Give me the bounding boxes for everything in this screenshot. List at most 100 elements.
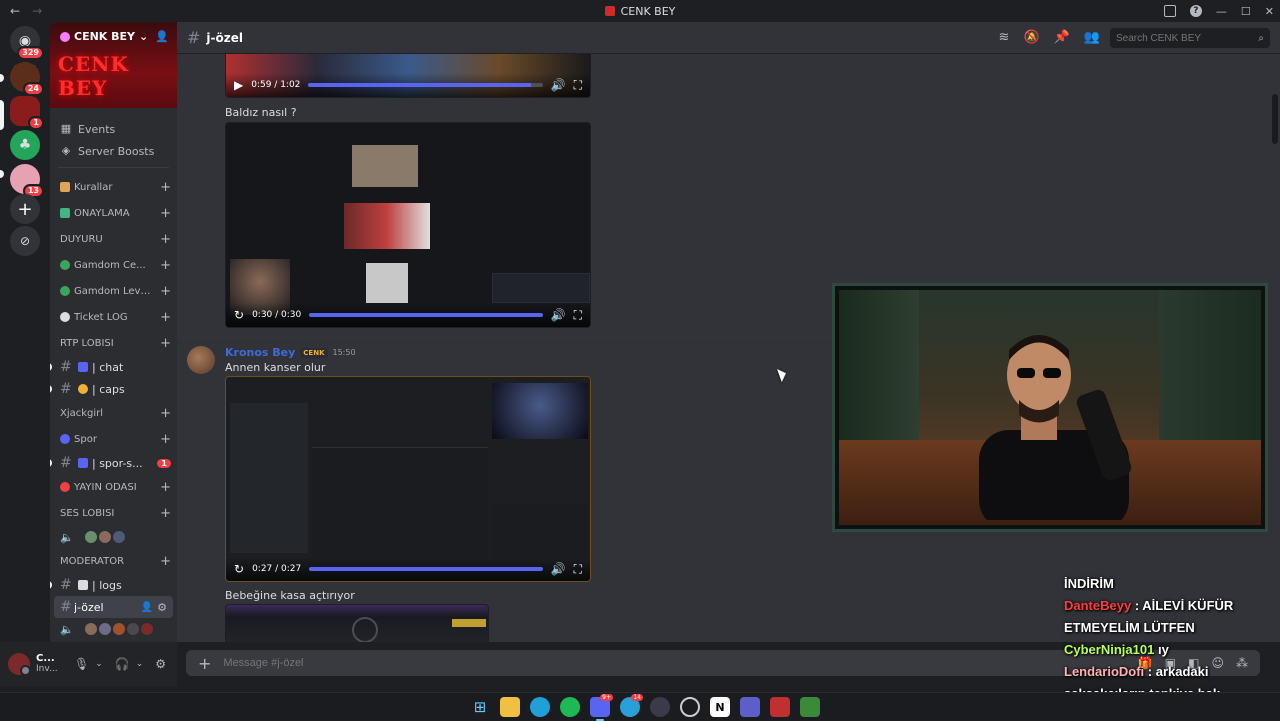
category-ticket-log[interactable]: Ticket LOG + (50, 304, 177, 330)
search-box[interactable]: ⌕ (1110, 28, 1270, 48)
server-icon-2[interactable]: 24 (10, 62, 44, 96)
channel-chat[interactable]: # | chat (50, 356, 177, 378)
message-timestamp: 15:50 (332, 348, 356, 357)
headphones-icon[interactable]: 🎧 (115, 657, 130, 671)
play-icon[interactable]: ▶ (234, 78, 243, 92)
video-player[interactable]: ↻ 0:27 / 0:27 🔊 ⛶ (225, 376, 591, 582)
add-channel-icon[interactable]: + (160, 406, 171, 421)
scrollbar-thumb[interactable] (1272, 94, 1278, 144)
add-channel-icon[interactable]: + (160, 232, 171, 247)
voice-participants[interactable]: 🔈 (50, 526, 177, 548)
category-kurallar[interactable]: Kurallar + (50, 174, 177, 200)
add-channel-icon[interactable]: + (160, 336, 171, 351)
replay-icon[interactable]: ↻ (234, 308, 244, 322)
server-boosts-link[interactable]: ◈ Server Boosts (50, 140, 177, 162)
add-channel-icon[interactable]: + (160, 284, 171, 299)
category-onaylama[interactable]: ONAYLAMA + (50, 200, 177, 226)
edge-browser-icon[interactable] (530, 697, 550, 717)
voice-participants[interactable]: 🔈 (50, 618, 177, 640)
server-name[interactable]: CENK BEY ⌄ (60, 30, 148, 43)
server-icon-cenk-bey[interactable]: 1 (10, 96, 44, 130)
category-rtp-lobisi[interactable]: RTP LOBİSİ + (50, 330, 177, 356)
server-icon-green[interactable]: ♣ (10, 130, 40, 160)
teams-icon[interactable] (740, 697, 760, 717)
obs-icon[interactable] (680, 697, 700, 717)
add-channel-icon[interactable]: + (160, 310, 171, 325)
windows-start-icon[interactable]: ⊞ (470, 697, 490, 717)
discover-icon[interactable]: ⊘ (10, 226, 40, 256)
spotify-icon[interactable] (560, 697, 580, 717)
maximize-button[interactable]: ☐ (1241, 5, 1251, 18)
add-channel-icon[interactable]: + (160, 554, 171, 569)
pin-icon[interactable]: 📌 (1054, 30, 1070, 45)
video-progress-bar[interactable] (309, 313, 543, 317)
minimize-button[interactable]: — (1216, 5, 1227, 18)
member-list-icon[interactable]: 👥 (1084, 30, 1100, 45)
minecraft-icon[interactable] (800, 697, 820, 717)
channel-caps[interactable]: # | caps (50, 378, 177, 400)
message-input[interactable] (223, 657, 1126, 669)
invite-icon[interactable]: 👤 (141, 602, 153, 613)
video-progress-bar[interactable] (309, 567, 543, 571)
inbox-icon[interactable] (1163, 5, 1176, 17)
fullscreen-icon[interactable]: ⛶ (574, 78, 582, 93)
category-gamdom-ce[interactable]: Gamdom Ce... + (50, 252, 177, 278)
chevron-down-icon[interactable]: ⌄ (136, 659, 144, 669)
add-channel-icon[interactable]: + (160, 258, 171, 273)
video-player[interactable]: ↻ 0:30 / 0:30 🔊 ⛶ (225, 122, 591, 328)
volume-icon[interactable]: 🔊 (551, 562, 566, 576)
server-rail: ◉ 329 24 1 ♣ 13 + ⊘ (0, 22, 50, 642)
volume-icon[interactable]: 🔊 (551, 308, 566, 322)
guild-tag[interactable]: CENK (300, 347, 328, 358)
user-info[interactable]: C... Inv... (36, 653, 62, 675)
channel-j-ozel[interactable]: # j-özel 👤 ⚙ (54, 596, 173, 618)
video-player[interactable] (225, 604, 489, 642)
category-moderator[interactable]: MODERATÖR + (50, 548, 177, 574)
app-icon[interactable] (650, 697, 670, 717)
server-icon-chibi[interactable]: 13 (10, 164, 44, 198)
avatar[interactable] (187, 346, 215, 374)
video-player[interactable]: ▶ 0:59 / 1:02 🔊 ⛶ (225, 54, 591, 98)
server-banner[interactable]: CENK BEY ⌄ 👤 CENK BEY (50, 22, 177, 108)
chevron-down-icon[interactable]: ⌄ (95, 659, 103, 669)
category-duyuru[interactable]: DUYURU + (50, 226, 177, 252)
notion-icon[interactable]: N (710, 697, 730, 717)
voicemod-icon[interactable] (770, 697, 790, 717)
gear-icon[interactable]: ⚙ (155, 657, 166, 671)
channel-spor[interactable]: # | spor-s... 1 (50, 452, 177, 474)
fullscreen-icon[interactable]: ⛶ (574, 562, 582, 577)
add-channel-icon[interactable]: + (160, 480, 171, 495)
home-button[interactable]: ◉ 329 (10, 26, 44, 60)
category-xjackgirl[interactable]: Xjackgirl + (50, 400, 177, 426)
add-server-button[interactable]: + (10, 194, 40, 224)
attach-plus-icon[interactable]: + (198, 654, 211, 673)
add-channel-icon[interactable]: + (160, 432, 171, 447)
microphone-icon[interactable]: 🎙 (74, 657, 89, 671)
author-name[interactable]: Kronos Bey (225, 346, 295, 359)
discord-taskbar-icon[interactable]: 9+ (590, 694, 613, 721)
gear-icon[interactable]: ⚙ (157, 601, 167, 614)
volume-icon[interactable]: 🔊 (551, 78, 566, 92)
search-input[interactable] (1116, 32, 1246, 44)
add-channel-icon[interactable]: + (160, 506, 171, 521)
events-link[interactable]: ▦ Events (50, 118, 177, 140)
scrollbar[interactable] (1270, 54, 1280, 642)
replay-icon[interactable]: ↻ (234, 562, 244, 576)
close-button[interactable]: ✕ (1265, 5, 1274, 18)
invite-icon[interactable]: 👤 (155, 30, 169, 43)
notification-bell-icon[interactable]: 🔕 (1023, 30, 1039, 45)
category-yayin-odasi[interactable]: YAYIN ODASI + (50, 474, 177, 500)
add-channel-icon[interactable]: + (160, 180, 171, 195)
category-ses-lobisi[interactable]: SES LOBİSİ + (50, 500, 177, 526)
threads-icon[interactable]: ≋ (999, 30, 1010, 45)
add-channel-icon[interactable]: + (160, 206, 171, 221)
category-gamdom-level[interactable]: Gamdom Level ... + (50, 278, 177, 304)
fullscreen-icon[interactable]: ⛶ (574, 308, 582, 323)
category-spor[interactable]: Spor + (50, 426, 177, 452)
avatar[interactable] (8, 653, 31, 676)
channel-logs[interactable]: # | logs (50, 574, 177, 596)
video-progress-bar[interactable] (308, 83, 543, 87)
help-icon[interactable]: ? (1189, 5, 1202, 17)
file-explorer-icon[interactable] (500, 697, 520, 717)
telegram-icon[interactable]: 14 (620, 694, 643, 717)
